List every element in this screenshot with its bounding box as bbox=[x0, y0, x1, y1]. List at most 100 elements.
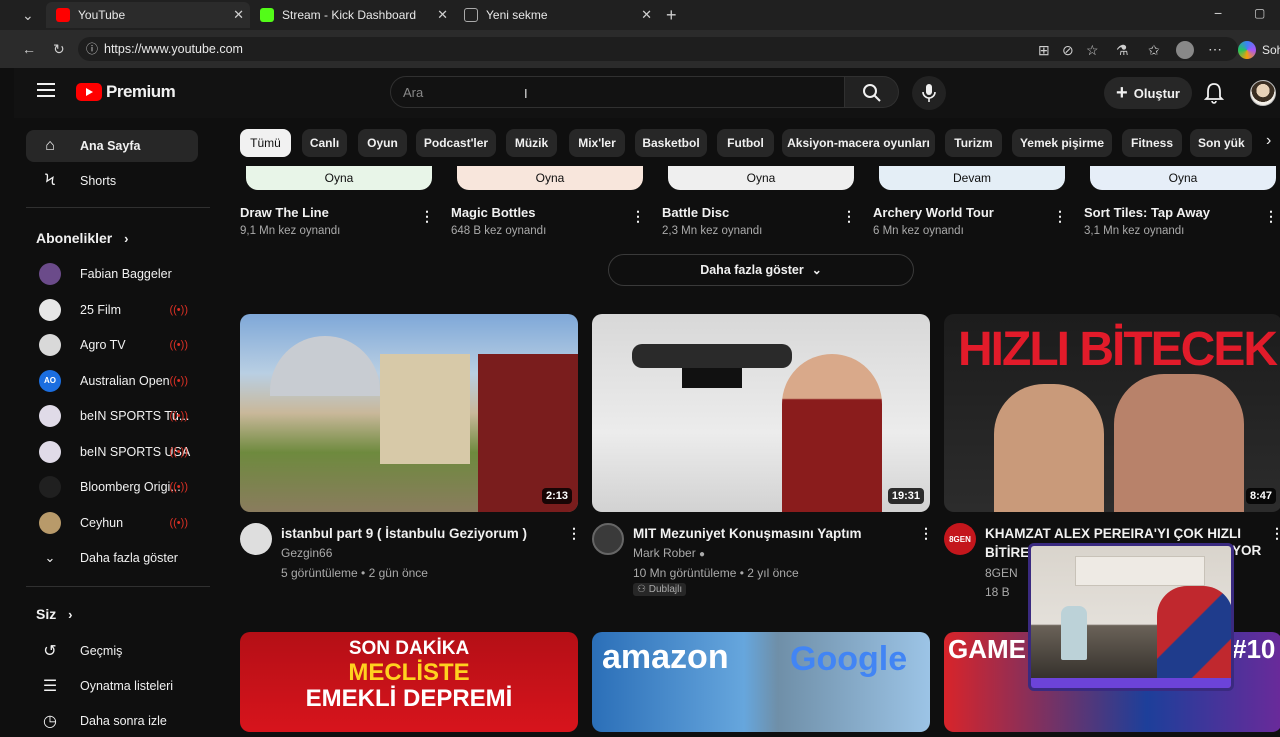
video-thumbnail[interactable]: SON DAKİKA MECLİSTE EMEKLİ DEPREMİ bbox=[240, 632, 578, 732]
maximize-icon[interactable]: ▢ bbox=[1254, 7, 1265, 19]
search-button[interactable] bbox=[845, 76, 899, 108]
live-indicator-icon: ((•)) bbox=[169, 339, 188, 351]
filter-chip[interactable]: Müzik bbox=[506, 129, 557, 157]
filter-chip[interactable]: Turizm bbox=[945, 129, 1002, 157]
minimize-icon[interactable]: − bbox=[1214, 6, 1222, 20]
account-avatar[interactable] bbox=[1250, 80, 1276, 106]
filter-chip[interactable]: Basketbol bbox=[635, 129, 707, 157]
search-input[interactable]: Ara bbox=[403, 85, 423, 100]
sidebar-item-history[interactable]: ↺ Geçmiş bbox=[26, 635, 198, 667]
video-title[interactable]: MIT Mezuniyet Konuşmasını Yaptım bbox=[633, 524, 903, 543]
new-tab-plus-icon[interactable]: + bbox=[666, 6, 677, 24]
sidebar-subscription-item[interactable]: 25 Film ((•)) bbox=[26, 294, 198, 326]
game-play-button[interactable]: Oyna bbox=[1090, 166, 1276, 190]
video-channel[interactable]: Mark Rober ● bbox=[633, 546, 705, 560]
sidebar-subscription-item[interactable]: Agro TV ((•)) bbox=[26, 329, 198, 361]
search-box[interactable] bbox=[390, 76, 845, 108]
close-tab-icon[interactable]: ✕ bbox=[641, 7, 652, 23]
you-heading[interactable]: Siz › bbox=[36, 606, 72, 622]
game-title[interactable]: Magic Bottles bbox=[451, 205, 536, 220]
filter-chip[interactable]: Canlı bbox=[302, 129, 347, 157]
filter-chip[interactable]: Podcast'ler bbox=[416, 129, 496, 157]
menu-hamburger-icon[interactable] bbox=[37, 83, 55, 97]
game-title[interactable]: Draw The Line bbox=[240, 205, 329, 220]
game-menu-icon[interactable]: ⋮ bbox=[1053, 208, 1067, 225]
video-menu-icon[interactable]: ⋮ bbox=[919, 525, 933, 542]
sidebar-subscription-item[interactable]: Bloomberg Origi... ((•)) bbox=[26, 471, 198, 503]
filter-chip[interactable]: Oyun bbox=[358, 129, 407, 157]
favorite-star-icon[interactable]: ☆ bbox=[1086, 43, 1099, 57]
copilot-label[interactable]: Soh bbox=[1262, 43, 1280, 57]
game-title[interactable]: Battle Disc bbox=[662, 205, 729, 220]
channel-avatar[interactable] bbox=[592, 523, 624, 555]
tracking-icon[interactable]: ⊘ bbox=[1062, 43, 1074, 57]
tab-kick-dashboard[interactable]: Stream - Kick Dashboard ✕ bbox=[250, 2, 454, 28]
browser-menu-icon[interactable]: ⋯ bbox=[1208, 42, 1222, 56]
tab-youtube[interactable]: YouTube ✕ bbox=[46, 2, 250, 28]
game-title[interactable]: Sort Tiles: Tap Away bbox=[1084, 205, 1210, 220]
sidebar-item-watch-later[interactable]: ◷ Daha sonra izle bbox=[26, 705, 198, 737]
reload-icon[interactable]: ↻ bbox=[53, 42, 65, 56]
filter-chip[interactable]: Son yük bbox=[1190, 129, 1252, 157]
video-menu-icon[interactable]: ⋮ bbox=[567, 525, 581, 542]
game-menu-icon[interactable]: ⋮ bbox=[1264, 208, 1278, 225]
game-play-button[interactable]: Oyna bbox=[246, 166, 432, 190]
extension-icon[interactable]: ⚗ bbox=[1116, 43, 1129, 57]
video-channel[interactable]: 8GEN bbox=[985, 566, 1018, 580]
live-indicator-icon: ((•)) bbox=[169, 481, 188, 493]
game-menu-icon[interactable]: ⋮ bbox=[631, 208, 645, 225]
filter-chip[interactable]: Futbol bbox=[717, 129, 774, 157]
game-play-button[interactable]: Oyna bbox=[668, 166, 854, 190]
chips-next-arrow-icon[interactable]: › bbox=[1266, 132, 1272, 150]
sidebar-item-playlists[interactable]: ☰ Oynatma listeleri bbox=[26, 670, 198, 702]
filter-chip[interactable]: Aksiyon-macera oyunları bbox=[782, 129, 935, 157]
notifications-bell-icon[interactable] bbox=[1204, 82, 1224, 104]
video-thumbnail[interactable]: 19:31 bbox=[592, 314, 930, 512]
filter-chip[interactable]: Fitness bbox=[1122, 129, 1182, 157]
filter-chip[interactable]: Yemek pişirme bbox=[1012, 129, 1112, 157]
sidebar-item-shorts[interactable]: Ϟ Shorts bbox=[26, 165, 198, 197]
site-info-icon[interactable]: ⓘ bbox=[86, 43, 98, 55]
voice-search-button[interactable] bbox=[912, 76, 946, 110]
sidebar-subscription-item[interactable]: Ceyhun ((•)) bbox=[26, 507, 198, 539]
subscriptions-heading[interactable]: Abonelikler › bbox=[36, 230, 128, 246]
sidebar-show-more[interactable]: ⌄ Daha fazla göster bbox=[26, 542, 198, 574]
filter-chip[interactable]: Tümü bbox=[240, 129, 291, 157]
back-arrow-icon[interactable]: ← bbox=[22, 42, 36, 56]
copilot-icon[interactable] bbox=[1238, 41, 1256, 59]
sidebar-item-home[interactable]: ⌂ Ana Sayfa bbox=[26, 130, 198, 162]
tab-new-tab[interactable]: Yeni sekme ✕ bbox=[454, 2, 658, 28]
game-title[interactable]: Archery World Tour bbox=[873, 205, 994, 220]
url-text[interactable]: https://www.youtube.com bbox=[104, 42, 243, 56]
favorites-icon[interactable]: ✩ bbox=[1148, 43, 1160, 57]
game-menu-icon[interactable]: ⋮ bbox=[420, 208, 434, 225]
sidebar-subscription-item[interactable]: Fabian Baggeler bbox=[26, 258, 198, 290]
sidebar-subscription-item[interactable]: beIN SPORTS Tü... ((•)) bbox=[26, 400, 198, 432]
youtube-premium-logo[interactable]: Premium bbox=[76, 82, 176, 102]
game-play-button[interactable]: Devam bbox=[879, 166, 1065, 190]
show-more-games-button[interactable]: Daha fazla göster ⌄ bbox=[608, 254, 914, 286]
close-tab-icon[interactable]: ✕ bbox=[437, 7, 448, 23]
profile-avatar-icon[interactable] bbox=[1176, 41, 1194, 59]
filter-chip[interactable]: Mix'ler bbox=[569, 129, 625, 157]
close-tab-icon[interactable]: ✕ bbox=[233, 7, 244, 23]
person-shape bbox=[782, 354, 882, 512]
sidebar-item-label: Daha sonra izle bbox=[80, 714, 167, 728]
video-thumbnail[interactable]: amazon Google bbox=[592, 632, 930, 732]
video-channel[interactable]: Gezgin66 bbox=[281, 546, 332, 560]
apps-icon[interactable]: ⊞ bbox=[1038, 43, 1050, 57]
video-thumbnail[interactable]: HIZLI BİTECEK 8:47 bbox=[944, 314, 1280, 512]
sidebar-subscription-item[interactable]: AO Australian Open ((•)) bbox=[26, 365, 198, 397]
channel-avatar[interactable]: 8GEN bbox=[944, 523, 976, 555]
logo-text: Premium bbox=[106, 82, 176, 101]
video-thumbnail[interactable]: 2:13 bbox=[240, 314, 578, 512]
tab-list-chevron-icon[interactable]: ⌄ bbox=[22, 8, 34, 22]
game-menu-icon[interactable]: ⋮ bbox=[842, 208, 856, 225]
channel-avatar[interactable] bbox=[240, 523, 272, 555]
video-menu-icon[interactable]: ⋮ bbox=[1270, 525, 1280, 542]
create-button[interactable]: + Oluştur bbox=[1104, 77, 1192, 109]
video-title[interactable]: istanbul part 9 ( İstanbulu Geziyorum ) bbox=[281, 524, 551, 543]
avatar-image bbox=[39, 476, 61, 498]
game-play-button[interactable]: Oyna bbox=[457, 166, 643, 190]
sidebar-subscription-item[interactable]: beIN SPORTS USA ((•)) bbox=[26, 436, 198, 468]
